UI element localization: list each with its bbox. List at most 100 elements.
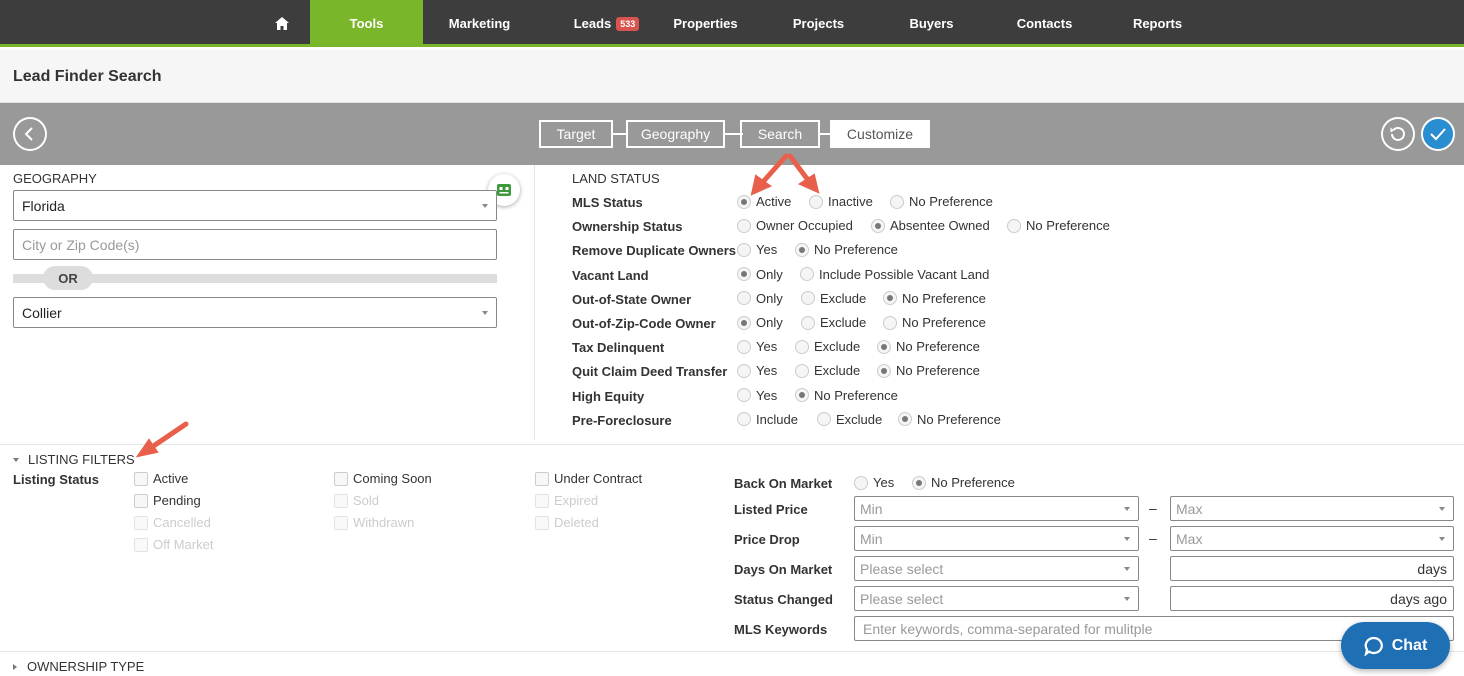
back-button[interactable] — [13, 117, 47, 151]
days-on-market-input[interactable]: days — [1170, 556, 1454, 581]
step-geography-label: Geography — [640, 126, 711, 142]
listed-price-max-select[interactable]: Max — [1170, 496, 1454, 521]
mls-status-active-option[interactable]: Active — [737, 194, 791, 209]
listing-status-under-contract-checkbox[interactable]: Under Contract — [535, 471, 642, 486]
days-on-market-select[interactable]: Please select — [854, 556, 1139, 581]
nav-projects[interactable]: Projects — [762, 0, 875, 47]
nav-marketing[interactable]: Marketing — [423, 0, 536, 47]
tax-delinquent-yes-option[interactable]: Yes — [737, 339, 777, 354]
radio-button[interactable] — [801, 291, 815, 306]
radio-button[interactable] — [795, 388, 809, 403]
radio-button[interactable] — [817, 412, 831, 427]
mls-status-inactive-option[interactable]: Inactive — [809, 194, 873, 209]
nav-leads[interactable]: Leads 533 — [550, 0, 663, 47]
nav-properties[interactable]: Properties — [649, 0, 762, 47]
radio-button[interactable] — [883, 291, 897, 306]
nav-buyers[interactable]: Buyers — [875, 0, 988, 47]
radio-button[interactable] — [737, 267, 751, 282]
listing-status-coming-soon-checkbox[interactable]: Coming Soon — [334, 471, 432, 486]
tax-delinquent-no-preference-option[interactable]: No Preference — [877, 339, 980, 354]
ownership-status-no-preference-option[interactable]: No Preference — [1007, 218, 1110, 233]
radio-button[interactable] — [800, 267, 814, 282]
radio-button[interactable] — [1007, 218, 1021, 233]
radio-button[interactable] — [877, 363, 891, 378]
vacant-land-include-possible-vacant-land-option[interactable]: Include Possible Vacant Land — [800, 267, 989, 282]
step-geography[interactable]: Geography — [626, 120, 725, 148]
radio-button[interactable] — [795, 339, 809, 354]
price-drop-min-select[interactable]: Min — [854, 526, 1139, 551]
pre-foreclosure-no-preference-option[interactable]: No Preference — [898, 412, 1001, 427]
step-target[interactable]: Target — [539, 120, 613, 148]
radio-button[interactable] — [737, 291, 751, 306]
radio-button[interactable] — [737, 194, 751, 209]
vacant-land-only-option[interactable]: Only — [737, 267, 783, 282]
out-of-state-owner-no-preference-option[interactable]: No Preference — [883, 291, 986, 306]
reset-button[interactable] — [1381, 117, 1415, 151]
county-select[interactable]: Collier — [13, 297, 497, 328]
radio-button[interactable] — [737, 388, 751, 403]
radio-button[interactable] — [737, 218, 751, 233]
out-of-zip-code-owner-only-option[interactable]: Only — [737, 315, 783, 330]
radio-button[interactable] — [737, 412, 751, 427]
nav-contacts[interactable]: Contacts — [988, 0, 1101, 47]
nav-reports[interactable]: Reports — [1101, 0, 1214, 47]
checkbox[interactable] — [334, 471, 348, 486]
radio-button[interactable] — [737, 339, 751, 354]
ownership-type-toggle[interactable]: OWNERSHIP TYPE — [13, 659, 144, 674]
quit-claim-deed-transfer-yes-option[interactable]: Yes — [737, 363, 777, 378]
ownership-status-owner-occupied-option[interactable]: Owner Occupied — [737, 218, 853, 233]
listing-status-active-checkbox[interactable]: Active — [134, 471, 188, 486]
back-on-market-no-preference[interactable]: No Preference — [912, 475, 1015, 490]
radio-button[interactable] — [795, 242, 809, 257]
chat-button[interactable]: Chat — [1341, 622, 1450, 669]
radio-button[interactable] — [737, 242, 751, 257]
checkbox[interactable] — [134, 493, 148, 508]
city-zip-input[interactable]: City or Zip Code(s) — [13, 229, 497, 260]
out-of-zip-code-owner-no-preference-option[interactable]: No Preference — [883, 315, 986, 330]
radio-button[interactable] — [854, 475, 868, 490]
listed-price-min-value: Min — [860, 500, 883, 517]
radio-button[interactable] — [809, 194, 823, 209]
checkbox[interactable] — [134, 471, 148, 486]
mls-status-no-preference-option[interactable]: No Preference — [890, 194, 993, 209]
quit-claim-deed-transfer-no-preference-option[interactable]: No Preference — [877, 363, 980, 378]
tax-delinquent-exclude-option[interactable]: Exclude — [795, 339, 860, 354]
radio-button[interactable] — [883, 315, 897, 330]
pre-foreclosure-include-option[interactable]: Include — [737, 412, 798, 427]
listed-price-min-select[interactable]: Min — [854, 496, 1139, 521]
radio-button[interactable] — [737, 315, 751, 330]
checkbox[interactable] — [535, 471, 549, 486]
price-drop-max-select[interactable]: Max — [1170, 526, 1454, 551]
radio-button[interactable] — [737, 363, 751, 378]
step-customize[interactable]: Customize — [830, 120, 930, 148]
out-of-state-owner-only-option[interactable]: Only — [737, 291, 783, 306]
high-equity-no-preference-option[interactable]: No Preference — [795, 388, 898, 403]
out-of-state-owner-exclude-option[interactable]: Exclude — [801, 291, 866, 306]
quit-claim-deed-transfer-exclude-option[interactable]: Exclude — [795, 363, 860, 378]
radio-button[interactable] — [890, 194, 904, 209]
nav-home[interactable] — [252, 0, 312, 47]
status-changed-select[interactable]: Please select — [854, 586, 1139, 611]
out-of-zip-code-owner-exclude-option[interactable]: Exclude — [801, 315, 866, 330]
radio-button[interactable] — [877, 339, 891, 354]
step-search[interactable]: Search — [740, 120, 820, 148]
radio-button[interactable] — [898, 412, 912, 427]
remove-duplicate-owners-yes-option[interactable]: Yes — [737, 242, 777, 257]
caret-down-icon — [13, 457, 19, 462]
pre-foreclosure-exclude-option[interactable]: Exclude — [817, 412, 882, 427]
confirm-button[interactable] — [1421, 117, 1455, 151]
ownership-status-absentee-owned-option[interactable]: Absentee Owned — [871, 218, 990, 233]
back-on-market-yes[interactable]: Yes — [854, 475, 894, 490]
high-equity-yes-option[interactable]: Yes — [737, 388, 777, 403]
remove-duplicate-owners-no-preference-option[interactable]: No Preference — [795, 242, 898, 257]
status-changed-input[interactable]: days ago — [1170, 586, 1454, 611]
nav-tools[interactable]: Tools — [310, 0, 423, 47]
radio-button[interactable] — [912, 475, 926, 490]
listing-filters-toggle[interactable]: LISTING FILTERS — [13, 452, 135, 467]
radio-button[interactable] — [795, 363, 809, 378]
radio-button[interactable] — [871, 218, 885, 233]
radio-button[interactable] — [801, 315, 815, 330]
step-target-label: Target — [556, 126, 596, 142]
state-select[interactable]: Florida — [13, 190, 497, 221]
listing-status-pending-checkbox[interactable]: Pending — [134, 493, 201, 508]
